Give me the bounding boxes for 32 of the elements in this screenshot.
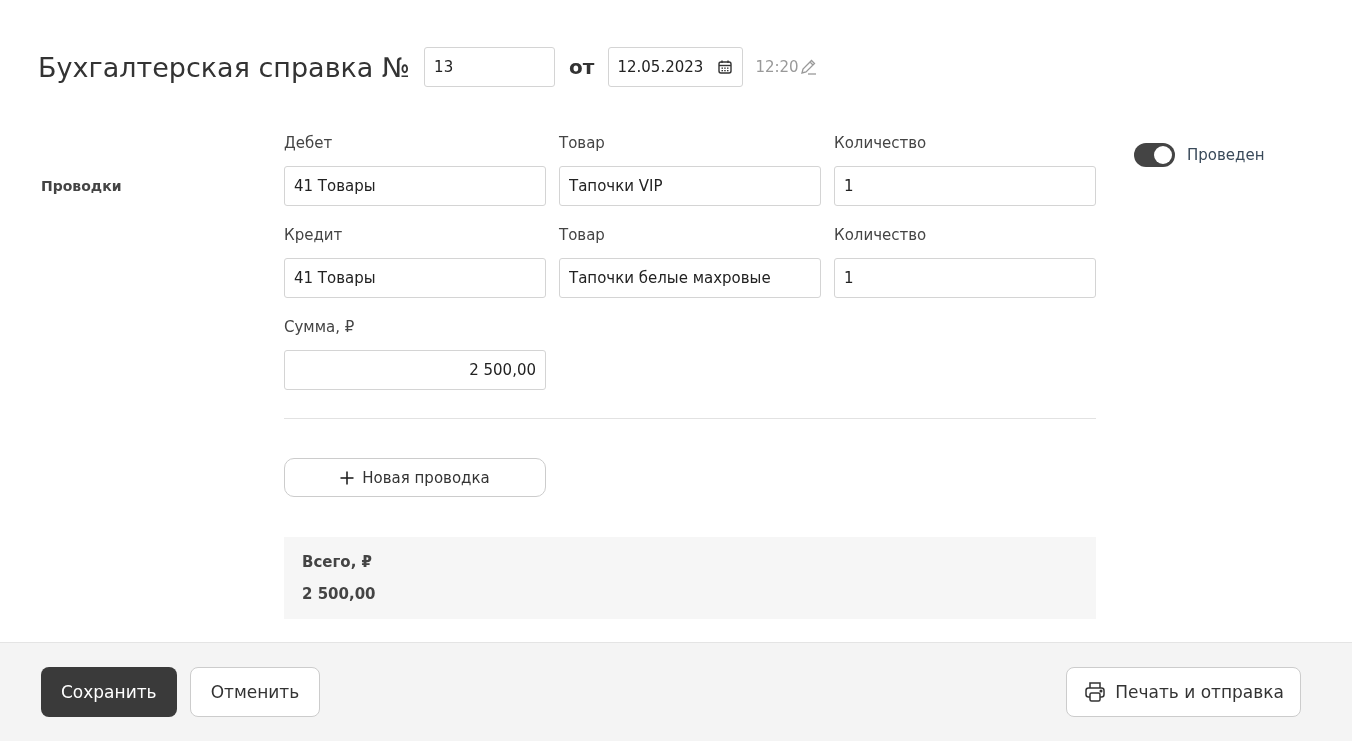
date-field[interactable]: 12.05.2023 — [608, 47, 744, 87]
posted-toggle[interactable] — [1134, 143, 1175, 167]
input-field[interactable]: 1 — [834, 166, 1096, 206]
input-field[interactable]: 1 — [834, 258, 1096, 298]
field-label: Товар — [559, 226, 606, 244]
save-button[interactable]: Сохранить — [41, 667, 177, 717]
field-label: Количество — [834, 134, 928, 152]
pencil-icon[interactable] — [798, 58, 817, 76]
print-button[interactable]: Печать и отправка — [1066, 667, 1301, 717]
total-value: 2 500,00 — [302, 585, 377, 603]
field-label: Товар — [559, 134, 606, 152]
time-text: 12:20 — [755, 58, 799, 76]
field-label: Количество — [834, 226, 928, 244]
amount-field[interactable]: 2 500,00 — [284, 350, 546, 390]
calendar-icon[interactable] — [717, 59, 734, 75]
input-field[interactable]: Тапочки белые махровые — [559, 258, 821, 298]
plus-icon — [340, 470, 355, 485]
new-entry-button[interactable]: Новая проводка — [284, 458, 546, 497]
total-label: Всего, ₽ — [302, 553, 373, 571]
document-title: Бухгалтерская справка № — [38, 51, 411, 83]
printer-icon — [1083, 680, 1108, 704]
cancel-button[interactable]: Отменить — [189, 667, 321, 717]
field-label: Кредит — [284, 226, 344, 244]
field-label: Дебет — [284, 134, 334, 152]
number-field[interactable]: 13 — [424, 47, 556, 87]
input-field[interactable]: 41 Товары — [284, 258, 546, 298]
input-field[interactable]: Тапочки VIP — [559, 166, 821, 206]
field-label: Сумма, ₽ — [284, 318, 356, 336]
section-label: Проводки — [41, 178, 122, 194]
input-field[interactable]: 41 Товары — [284, 166, 546, 206]
posted-label: Проведен — [1187, 146, 1265, 164]
date-label: от — [569, 55, 595, 79]
